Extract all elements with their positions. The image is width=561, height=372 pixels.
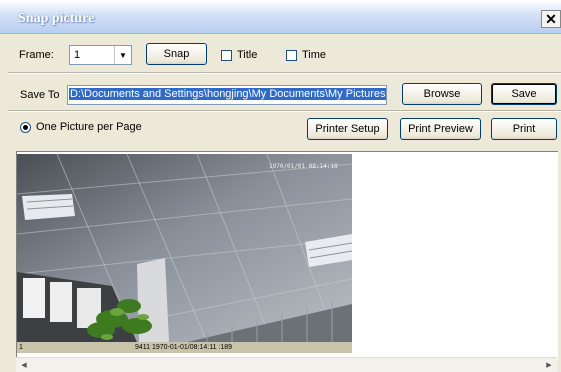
printer-setup-button[interactable]: Printer Setup (307, 118, 388, 140)
window-title: Snap picture (18, 11, 95, 26)
save-path-input[interactable]: D:\Documents and Settings\hongjing\My Do… (67, 85, 387, 105)
save-path-text: D:\Documents and Settings\hongjing\My Do… (69, 88, 386, 100)
print-button[interactable]: Print (491, 118, 557, 140)
title-bar[interactable]: Snap picture ✕ (0, 0, 561, 34)
time-checkbox[interactable] (286, 50, 297, 61)
snapshot-image (17, 154, 352, 342)
time-checkbox-label: Time (302, 49, 327, 61)
snapshot-timestamp: 1970/01/01 08:14:18 (269, 163, 338, 170)
separator (8, 72, 561, 74)
print-preview-button[interactable]: Print Preview (400, 118, 481, 140)
snapshot-frame-number: 1 (19, 344, 23, 351)
horizontal-scrollbar[interactable]: ◀ ▶ (16, 357, 557, 372)
title-checkbox-label: Title (237, 49, 258, 61)
one-picture-per-page-radio[interactable] (20, 122, 31, 133)
close-button[interactable]: ✕ (541, 10, 561, 28)
browse-button[interactable]: Browse (402, 83, 482, 105)
save-button[interactable]: Save (491, 83, 557, 105)
separator (8, 110, 561, 112)
scroll-left-icon[interactable]: ◀ (18, 359, 30, 371)
scroll-right-icon[interactable]: ▶ (543, 359, 555, 371)
close-icon: ✕ (545, 11, 557, 27)
snapshot-footer: 1 9411 1970-01-01/08:14:11 :189 (17, 342, 352, 353)
frame-label: Frame: (19, 49, 54, 61)
frame-select-value: 1 (74, 49, 81, 61)
snap-button[interactable]: Snap (146, 43, 207, 65)
chevron-down-icon[interactable]: ▼ (114, 46, 131, 64)
save-to-label: Save To (20, 89, 60, 101)
one-picture-per-page-label: One Picture per Page (36, 121, 142, 133)
preview-area[interactable]: 1970/01/01 08:14:18 1 9411 1970-01-01/08… (16, 151, 558, 360)
snapshot-info: 9411 1970-01-01/08:14:11 :189 (135, 344, 233, 351)
frame-select[interactable]: 1 ▼ (69, 45, 132, 65)
title-checkbox[interactable] (221, 50, 232, 61)
